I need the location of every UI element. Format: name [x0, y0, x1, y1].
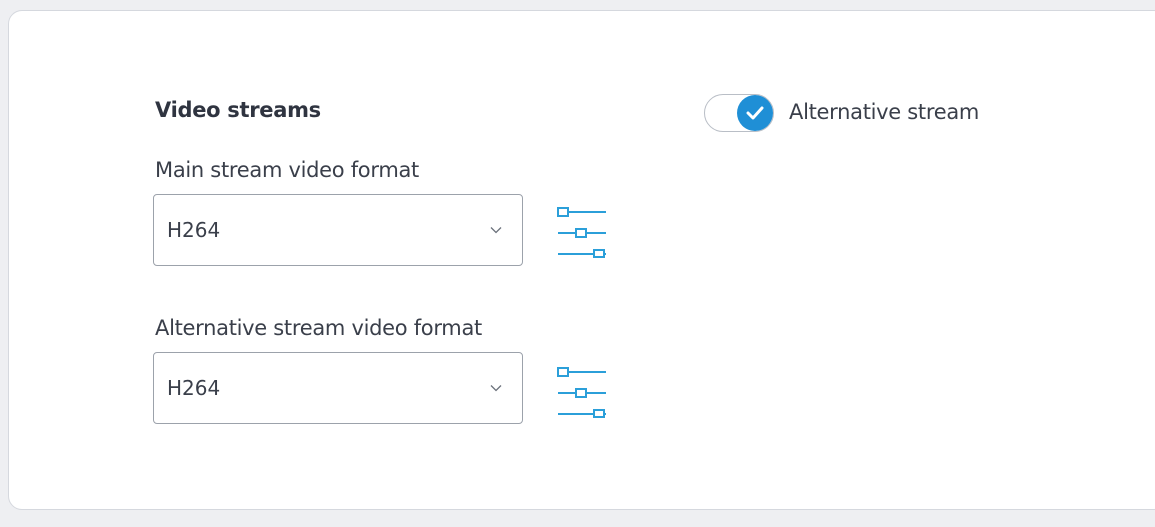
main-stream-format-select[interactable]: H264 [153, 194, 523, 266]
alt-stream-format-label: Alternative stream video format [155, 316, 482, 340]
main-stream-format-value: H264 [167, 218, 221, 242]
toggle-knob [737, 95, 773, 131]
section-title: Video streams [155, 98, 321, 122]
alternative-stream-toggle[interactable] [704, 94, 774, 132]
alt-stream-format-value: H264 [167, 376, 221, 400]
alt-stream-format-select[interactable]: H264 [153, 352, 523, 424]
alternative-stream-label: Alternative stream [789, 100, 980, 124]
main-stream-format-label: Main stream video format [155, 158, 419, 182]
check-icon [746, 106, 764, 120]
sliders-icon [557, 207, 606, 258]
chevron-down-icon [488, 225, 504, 235]
alt-stream-settings-button[interactable] [552, 360, 612, 420]
sliders-icon [557, 367, 606, 418]
main-stream-settings-button[interactable] [552, 200, 612, 260]
chevron-down-icon [488, 383, 504, 393]
